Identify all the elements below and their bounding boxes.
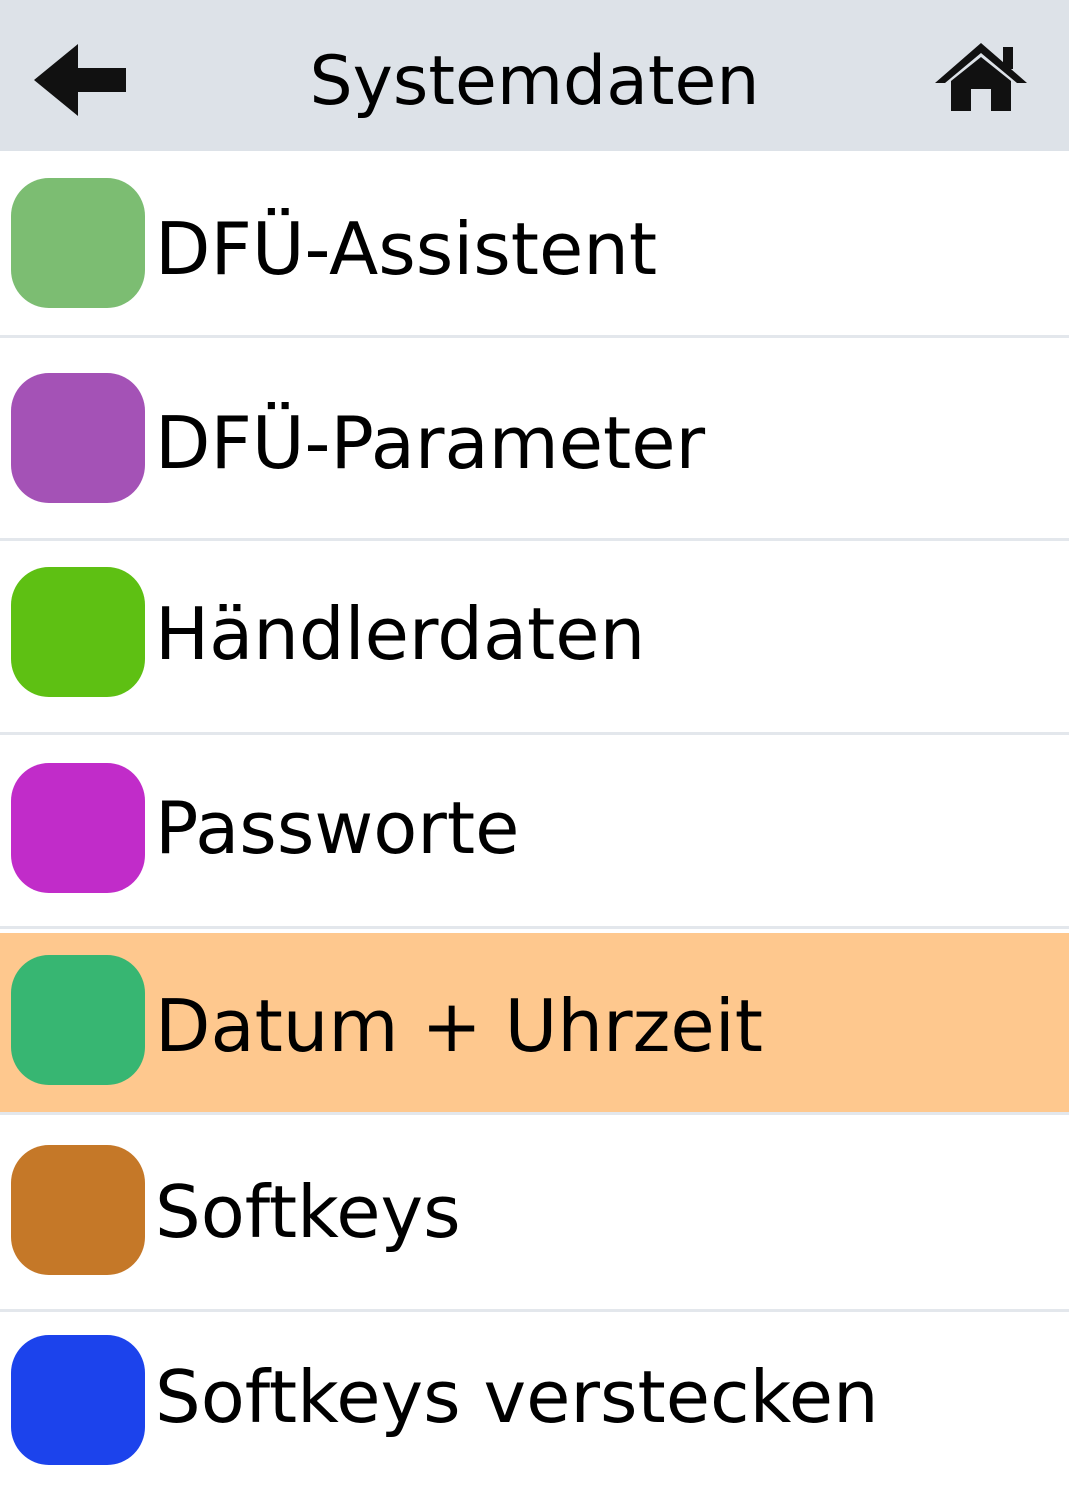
page-title: Systemdaten <box>309 42 760 121</box>
header-bar: Systemdaten <box>0 0 1069 151</box>
color-swatch <box>11 1145 145 1275</box>
menu-item-haendlerdaten[interactable]: Händlerdaten <box>0 541 1069 735</box>
menu-item-label: Händlerdaten <box>155 592 646 676</box>
color-swatch <box>11 1335 145 1465</box>
menu-item-softkeys-verstecken[interactable]: Softkeys verstecken <box>0 1312 1069 1512</box>
menu-item-dfue-assistent[interactable]: DFÜ-Assistent <box>0 151 1069 338</box>
home-button[interactable] <box>928 32 1033 117</box>
menu-item-datum-uhrzeit[interactable]: Datum + Uhrzeit <box>0 933 1069 1115</box>
menu-item-softkeys[interactable]: Softkeys <box>0 1118 1069 1312</box>
menu-item-label: Passworte <box>155 786 520 870</box>
menu-item-label: DFÜ-Assistent <box>155 207 658 291</box>
home-icon <box>934 42 1027 111</box>
color-swatch <box>11 955 145 1085</box>
color-swatch <box>11 178 145 308</box>
menu-item-label: DFÜ-Parameter <box>155 401 706 485</box>
color-swatch <box>11 373 145 503</box>
menu-item-label: Softkeys <box>155 1170 461 1254</box>
menu-item-label: Softkeys verstecken <box>155 1355 879 1439</box>
menu-item-passworte[interactable]: Passworte <box>0 735 1069 929</box>
menu-item-dfue-parameter[interactable]: DFÜ-Parameter <box>0 338 1069 541</box>
color-swatch <box>11 567 145 697</box>
menu-item-label: Datum + Uhrzeit <box>155 984 763 1068</box>
color-swatch <box>11 763 145 893</box>
